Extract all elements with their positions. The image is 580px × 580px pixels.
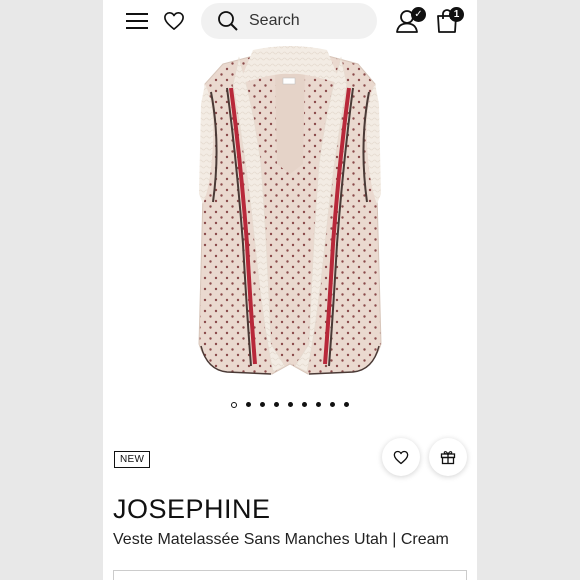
image-carousel-dots [103,402,477,410]
new-badge: NEW [114,451,151,468]
search-icon [217,10,239,32]
add-to-wishlist-button[interactable] [382,438,420,476]
heart-icon [164,12,184,30]
size-selector[interactable] [113,570,467,580]
vest-product-photo [198,46,382,375]
carousel-dot[interactable] [288,402,293,407]
cart-count-badge: 1 [449,7,464,22]
carousel-dot[interactable] [246,402,251,407]
gift-icon [440,451,456,465]
carousel-dot[interactable] [330,402,335,407]
product-page: ✓ 1 [103,0,477,580]
brand-name[interactable]: JOSEPHINE [113,494,271,525]
right-backdrop [477,0,580,580]
carousel-dot[interactable] [344,402,349,407]
carousel-dot[interactable] [316,402,321,407]
top-navigation-bar: ✓ 1 [103,0,477,44]
search-bar[interactable] [201,3,377,39]
menu-icon [126,13,148,29]
gift-button[interactable] [429,438,467,476]
carousel-dot[interactable] [274,402,279,407]
left-backdrop [0,0,103,580]
carousel-dot[interactable] [260,402,265,407]
product-title: Veste Matelassée Sans Manches Utah | Cre… [113,531,449,548]
menu-button[interactable] [123,8,151,34]
account-verified-badge: ✓ [411,7,426,22]
carousel-dot[interactable] [302,402,307,407]
search-input[interactable] [247,11,371,31]
account-button[interactable]: ✓ [393,6,426,36]
carousel-dot[interactable] [231,402,237,408]
favorites-button[interactable] [161,8,187,34]
cart-button[interactable]: 1 [431,6,464,36]
heart-icon [393,450,409,464]
product-image[interactable] [103,44,477,384]
